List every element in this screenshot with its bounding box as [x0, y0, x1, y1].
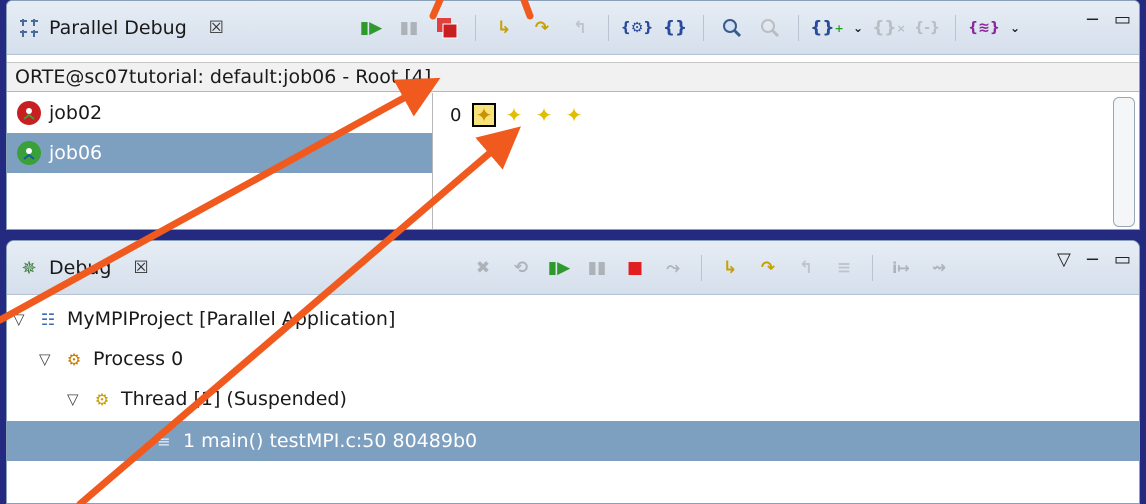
delete-set-icon[interactable]: {} × — [872, 14, 905, 42]
disconnect-icon[interactable]: ⤳ — [659, 254, 687, 282]
expand-icon[interactable]: ▽ — [39, 350, 55, 368]
rank-label: 0 — [450, 105, 462, 126]
drop-to-frame-icon[interactable]: ≡ — [830, 254, 858, 282]
create-set-icon[interactable]: {} + — [810, 14, 843, 42]
process-icon[interactable]: ✦ — [502, 103, 526, 127]
remove-from-set-icon[interactable]: {-} — [913, 14, 941, 42]
process-icon[interactable]: ✦ — [472, 103, 496, 127]
job-status-icon — [17, 101, 41, 125]
suspend-icon[interactable]: ▮▮ — [395, 14, 423, 42]
relaunch-icon[interactable]: ⟲ — [507, 254, 535, 282]
job-row[interactable]: job02 — [7, 93, 432, 133]
process-gear-icon: ⚙ — [66, 349, 82, 369]
tree-item-label: 1 main() testMPI.c:50 80489b0 — [183, 430, 478, 452]
tree-item-label: Thread [1] (Suspended) — [121, 388, 347, 410]
instruction-stepping-icon[interactable]: i↦ — [887, 254, 915, 282]
thread-icon: ⚙ — [94, 389, 110, 409]
toolbar-separator — [703, 15, 704, 41]
stack-frame-icon: ≡ — [157, 431, 171, 451]
tree-item-label: Process 0 — [93, 348, 184, 370]
parallel-debug-tabbar: Parallel Debug ☒ ▮▶ ▮▮ ↳ ↷ ↰ {⚙} {} {} +… — [7, 1, 1139, 55]
parallel-application-icon: ☷ — [40, 309, 56, 329]
zoom-out-icon[interactable] — [756, 14, 784, 42]
change-set-icon[interactable]: {≋} — [968, 14, 1000, 42]
register-set-icon[interactable]: {⚙} — [621, 14, 653, 42]
terminate-icon[interactable] — [433, 14, 461, 42]
job-label: job02 — [49, 102, 103, 124]
job-status-icon — [17, 141, 41, 165]
job-label: job06 — [49, 142, 103, 164]
process-icon[interactable]: ✦ — [562, 103, 586, 127]
job-info-bar: ORTE@sc07tutorial: default:job06 - Root … — [7, 62, 1139, 92]
toolbar-separator — [872, 255, 873, 281]
view-menu-icon[interactable]: ▽ — [1057, 249, 1071, 270]
resume-icon[interactable]: ▮▶ — [545, 254, 573, 282]
step-into-icon[interactable]: ↳ — [490, 14, 518, 42]
close-icon[interactable]: ☒ — [209, 18, 224, 38]
toolbar-separator — [608, 15, 609, 41]
tree-item-label: MyMPIProject [Parallel Application] — [67, 308, 396, 330]
tree-item-project[interactable]: ▽ ☷ MyMPIProject [Parallel Application] — [7, 299, 1139, 339]
zoom-in-icon[interactable] — [718, 14, 746, 42]
remove-terminated-icon[interactable]: ✖ — [469, 254, 497, 282]
expand-icon[interactable]: ▽ — [67, 390, 83, 408]
process-icon[interactable]: ✦ — [532, 103, 556, 127]
step-return-icon[interactable]: ↰ — [566, 14, 594, 42]
terminate-icon[interactable]: ■ — [621, 254, 649, 282]
close-icon[interactable]: ☒ — [133, 258, 148, 278]
suspend-icon[interactable]: ▮▮ — [583, 254, 611, 282]
toolbar-separator — [475, 15, 476, 41]
minimize-icon[interactable]: − — [1085, 249, 1100, 270]
expand-icon[interactable]: ▽ — [13, 310, 29, 328]
parallel-debug-icon — [17, 16, 41, 40]
maximize-icon[interactable]: ▭ — [1114, 9, 1131, 30]
braces-icon[interactable]: {} — [661, 14, 689, 42]
parallel-debug-tab-title: Parallel Debug — [49, 17, 187, 39]
process-icons: ✦ ✦ ✦ ✦ — [472, 103, 586, 127]
parallel-debug-toolbar: ▮▶ ▮▮ ↳ ↷ ↰ {⚙} {} {} + ⌄ {} × {-} {≋} ⌄ — [357, 13, 1022, 43]
maximize-icon[interactable]: ▭ — [1114, 249, 1131, 270]
window-controls: ▽ − ▭ — [1057, 249, 1131, 270]
window-controls: − ▭ — [1085, 9, 1131, 30]
debug-tab-title: Debug — [49, 257, 112, 279]
debug-tabbar: ✵ Debug ☒ ✖ ⟲ ▮▶ ▮▮ ■ ⤳ ↳ ↷ ↰ ≡ i↦ ⇝ ▽ −… — [7, 241, 1139, 295]
tree-item-stack-frame[interactable]: ≡ 1 main() testMPI.c:50 80489b0 — [7, 421, 1139, 461]
tree-item-process[interactable]: ▽ ⚙ Process 0 — [7, 339, 1139, 379]
minimize-icon[interactable]: − — [1085, 9, 1100, 30]
use-step-filters-icon[interactable]: ⇝ — [925, 254, 953, 282]
debug-view: ✵ Debug ☒ ✖ ⟲ ▮▶ ▮▮ ■ ⤳ ↳ ↷ ↰ ≡ i↦ ⇝ ▽ −… — [6, 240, 1140, 504]
job-list: job02 job06 — [7, 93, 433, 229]
toolbar-separator — [701, 255, 702, 281]
toolbar-separator — [798, 15, 799, 41]
toolbar-separator — [955, 15, 956, 41]
debug-tab[interactable]: ✵ Debug ☒ — [7, 241, 148, 295]
process-grid: 0 ✦ ✦ ✦ ✦ — [434, 93, 1114, 229]
tree-item-thread[interactable]: ▽ ⚙ Thread [1] (Suspended) — [7, 379, 1139, 419]
step-into-icon[interactable]: ↳ — [716, 254, 744, 282]
step-return-icon[interactable]: ↰ — [792, 254, 820, 282]
parallel-debug-tab[interactable]: Parallel Debug ☒ — [7, 1, 224, 55]
parallel-debug-view: Parallel Debug ☒ ▮▶ ▮▮ ↳ ↷ ↰ {⚙} {} {} +… — [6, 0, 1140, 230]
resume-icon[interactable]: ▮▶ — [357, 14, 385, 42]
step-over-icon[interactable]: ↷ — [528, 14, 556, 42]
debug-toolbar: ✖ ⟲ ▮▶ ▮▮ ■ ⤳ ↳ ↷ ↰ ≡ i↦ ⇝ — [469, 253, 953, 283]
bug-icon: ✵ — [21, 257, 37, 279]
vertical-scrollbar[interactable] — [1113, 97, 1135, 227]
chevron-down-icon[interactable]: ⌄ — [851, 14, 865, 42]
job-row[interactable]: job06 — [7, 133, 432, 173]
step-over-icon[interactable]: ↷ — [754, 254, 782, 282]
chevron-down-icon[interactable]: ⌄ — [1008, 14, 1022, 42]
